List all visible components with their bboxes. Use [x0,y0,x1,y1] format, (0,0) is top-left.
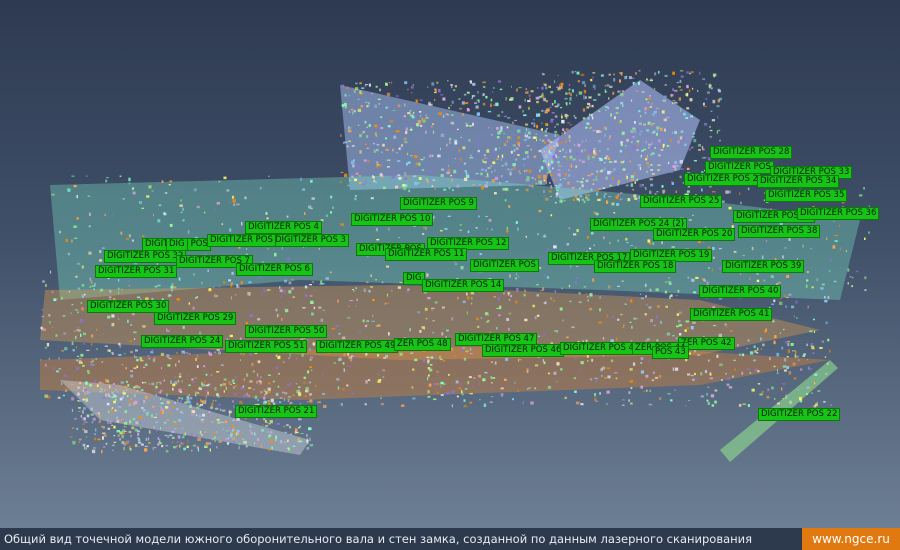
digitizer-marker[interactable]: POS 43 [652,346,689,359]
digitizer-marker[interactable]: DIGITIZER POS 22 [758,408,841,421]
digitizer-marker[interactable]: DIGITIZER POS [470,259,539,272]
digitizer-marker[interactable]: DIGITIZER POS 39 [722,260,805,273]
digitizer-marker[interactable]: DIGITIZER POS 49 [316,340,399,353]
digitizer-marker[interactable]: DIGITIZER POS 31 [95,265,178,278]
point-cloud-viewport[interactable]: DIGITIZER POS 28 DIGITIZER POS DIGITIZER P… [0,0,900,528]
digitizer-marker[interactable]: DIGITIZER POS 4 [245,221,322,234]
digitizer-marker[interactable]: DIGITIZER POS 34 [757,175,840,188]
digitizer-marker[interactable]: DIGITIZER POS 11 [385,248,468,261]
digitizer-marker[interactable]: DIGITIZER POS 6 [236,263,313,276]
site-link[interactable]: www.ngce.ru [802,528,900,550]
digitizer-marker[interactable]: DIGITIZER POS [207,234,276,247]
digitizer-marker[interactable]: DIGITIZER POS 46 [482,344,565,357]
digitizer-marker[interactable]: ZER POS 48 [394,338,451,351]
digitizer-marker[interactable]: DIGITIZER POS 14 [422,279,505,292]
digitizer-marker[interactable]: DIGITIZER POS 25 [640,195,723,208]
digitizer-marker[interactable]: DIGITIZER POS 9 [400,197,477,210]
digitizer-marker[interactable]: DIGITIZER POS 2 [684,173,761,186]
digitizer-marker[interactable]: DIGITIZER POS 38 [738,225,821,238]
digitizer-marker[interactable]: DIGITIZER POS 21 [235,405,318,418]
digitizer-marker[interactable]: DIGITIZER POS 35 [765,189,848,202]
wall-segment-upper [340,85,560,190]
digitizer-marker[interactable]: DIGITIZER POS 20 [653,228,736,241]
digitizer-marker[interactable]: DIGITIZER POS 32 [104,250,187,263]
digitizer-marker[interactable]: DIGITIZER POS 45 [560,342,643,355]
digitizer-marker[interactable]: DIGITIZER POS 10 [351,213,434,226]
digitizer-marker[interactable]: DIGITIZER POS 28 [710,146,793,159]
digitizer-marker[interactable]: DIGITIZER POS 24 [141,335,224,348]
digitizer-marker[interactable]: DIGITIZER POS 41 [690,308,773,321]
digitizer-marker[interactable]: DIGITIZER POS 51 [225,340,308,353]
digitizer-marker[interactable]: DIGITIZER POS 29 [154,312,237,325]
digitizer-marker[interactable]: DIGITIZER POS 36 [797,207,880,220]
caption-bar: Общий вид точечной модели южного оборони… [0,528,900,550]
digitizer-marker[interactable]: DIGITIZER POS 3 [272,234,349,247]
digitizer-marker[interactable]: DIGITIZER POS 18 [594,260,677,273]
digitizer-marker[interactable]: DIGITIZER POS 50 [245,325,328,338]
digitizer-marker[interactable]: DIGITIZER POS 40 [699,285,782,298]
caption-text: Общий вид точечной модели южного оборони… [4,532,753,546]
